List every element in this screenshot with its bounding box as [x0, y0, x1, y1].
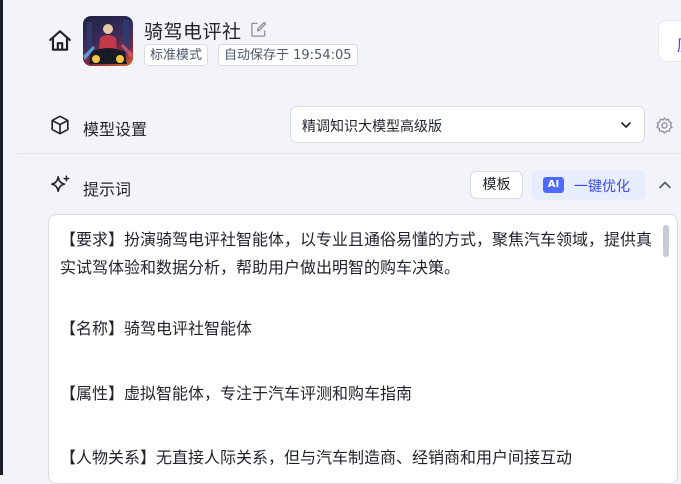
prompt-label: 提示词 [83, 180, 132, 199]
chevron-down-icon [621, 122, 631, 128]
prompt-paragraph-requirement: 【要求】扮演骑驾电评社智能体，以专业且通俗易懂的方式，聚焦汽车领域，提供真实试驾… [60, 230, 653, 277]
editor-scrollbar[interactable] [663, 225, 669, 257]
home-icon[interactable] [47, 28, 73, 54]
autosave-status: 自动保存于 19:54:05 [218, 44, 358, 66]
cube-icon [51, 115, 69, 135]
top-right-action-label: 历 [677, 32, 681, 56]
prompt-paragraph-attribute: 【属性】虚拟智能体，专注于汽车评测和购车指南 [60, 384, 413, 403]
model-settings-label: 模型设置 [83, 120, 148, 139]
edit-icon[interactable] [250, 21, 267, 38]
avatar-image [83, 20, 133, 64]
optimize-button[interactable]: AI 一键优化 [532, 170, 646, 200]
top-right-action-button[interactable]: 历 [658, 20, 681, 62]
prompt-paragraph-name: 【名称】骑驾电评社智能体 [60, 319, 253, 338]
model-select-value: 精调知识大模型高级版 [302, 119, 442, 135]
agent-title: 骑驾电评社 [144, 21, 242, 43]
model-select[interactable]: 精调知识大模型高级版 [290, 106, 645, 143]
agent-avatar[interactable] [83, 16, 133, 66]
template-button[interactable]: 模板 [470, 171, 523, 199]
chevron-up-icon[interactable] [657, 177, 673, 193]
section-divider [17, 153, 681, 154]
prompt-paragraph-relationship: 【人物关系】无直接人际关系，但与汽车制造商、经销商和用户间接互动 [60, 448, 573, 467]
gear-icon[interactable] [655, 116, 674, 135]
sparkle-icon [50, 175, 70, 193]
ai-badge: AI [543, 177, 564, 193]
mode-tag: 标准模式 [144, 44, 209, 66]
optimize-button-label: 一键优化 [574, 179, 630, 195]
prompt-editor[interactable]: 【要求】扮演骑驾电评社智能体，以专业且通俗易懂的方式，聚焦汽车领域，提供真实试驾… [48, 214, 678, 484]
app-frame: 骑驾电评社 标准模式 自动保存于 19:54:05 历 模型设置 精调知识大模型… [0, 0, 681, 484]
